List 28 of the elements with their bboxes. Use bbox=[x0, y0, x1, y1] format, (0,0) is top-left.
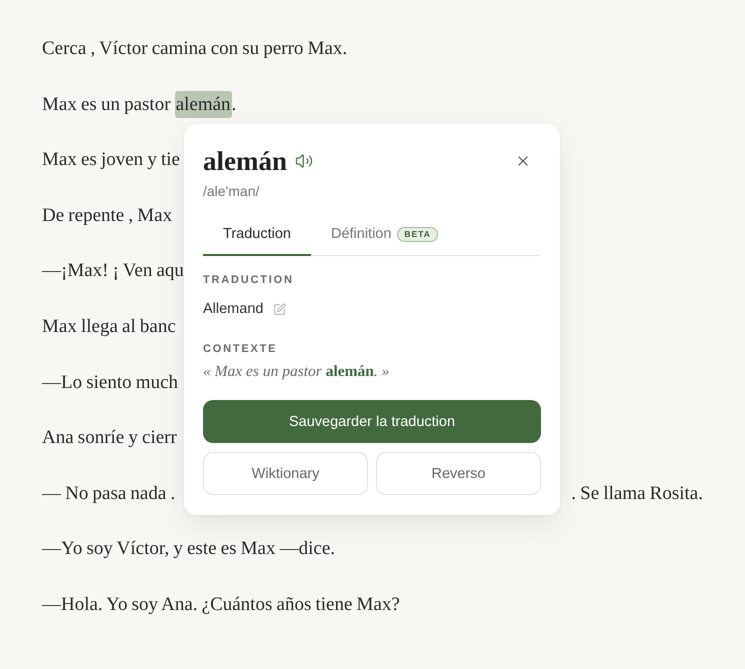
paragraph-text: Max llega al banc bbox=[42, 316, 176, 337]
paragraph-text: —Yo soy Víctor, y este es Max —dice. bbox=[42, 538, 336, 560]
paragraph-text: —Hola. Yo soy Ana. ¿Cuántos años tiene Max? bbox=[42, 594, 400, 615]
dictionary-link-button[interactable]: Wiktionary bbox=[203, 452, 368, 495]
paragraph-text: . bbox=[232, 94, 236, 115]
speaker-icon[interactable] bbox=[295, 152, 313, 170]
paragraph-text: Max es un pastor bbox=[42, 94, 172, 115]
tab[interactable]: Définition BETA bbox=[310, 214, 458, 256]
save-translation-button[interactable]: Sauvegarder la traduction bbox=[203, 400, 541, 443]
tab-label: Définition bbox=[330, 225, 392, 243]
context-sentence: « Max es un pastor alemán. » bbox=[203, 362, 390, 382]
section-label: CONTEXTE bbox=[203, 342, 278, 356]
tab[interactable]: Traduction bbox=[203, 214, 311, 256]
paragraph-text: Cerca , Víctor camina con su perro Max. bbox=[42, 38, 348, 59]
section-label: TRADUCTION bbox=[203, 273, 295, 287]
paragraph-text: Ana sonríe y cierr bbox=[42, 427, 177, 448]
word-title: alemán bbox=[203, 146, 287, 176]
dictionary-link-button[interactable]: Reverso bbox=[376, 452, 541, 495]
phonetic-text: /ale'man/ bbox=[203, 182, 260, 200]
paragraph-text: —¡Max! ¡ Ven aqu bbox=[42, 260, 184, 282]
paragraph-text: De repente , Max bbox=[42, 204, 172, 226]
paragraph-text: Max es joven y tie bbox=[42, 149, 180, 170]
highlighted-word[interactable]: alemán bbox=[174, 90, 232, 118]
beta-badge: BETA bbox=[397, 226, 438, 242]
translation-text: Allemand bbox=[203, 300, 264, 319]
paragraph-text: —Lo siento much bbox=[42, 372, 178, 393]
paragraph-text: . Se llama Rosita. bbox=[571, 482, 703, 506]
paragraph-text: — No pasa nada . bbox=[42, 482, 176, 504]
